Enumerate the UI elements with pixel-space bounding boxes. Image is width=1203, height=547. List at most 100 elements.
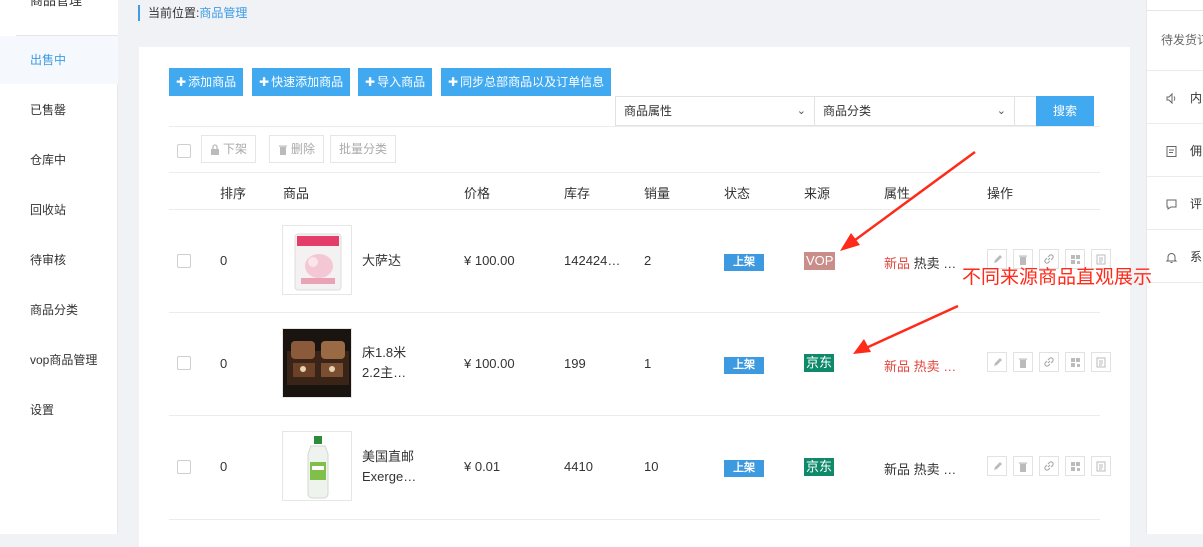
status-badge[interactable]: 上架 [724, 460, 764, 477]
sidebar-item-label: 商品分类 [30, 303, 79, 317]
receipt-icon [1166, 146, 1177, 157]
divider [1147, 176, 1203, 177]
source-badge-vop: VOP [804, 252, 836, 270]
sidebar-item-label: 回收站 [30, 203, 67, 217]
delete-row-button[interactable] [1013, 456, 1033, 476]
plus-icon: ✚ [259, 75, 270, 89]
sidebar-item-label: 出售中 [30, 53, 67, 67]
right-panel-item-label: 内 [1190, 91, 1203, 105]
right-panel-item-system[interactable]: 系 [1165, 248, 1202, 265]
search-input[interactable] [1015, 96, 1037, 126]
row-stock[interactable]: 4410 [564, 459, 593, 474]
link-button[interactable] [1039, 352, 1059, 372]
sidebar-header: 商品管理 [16, 0, 118, 36]
right-panel-item-label: 佣 [1190, 144, 1203, 158]
product-thumbnail[interactable] [282, 431, 352, 501]
qrcode-button[interactable] [1065, 352, 1085, 372]
sidebar-item-pending-review[interactable]: 待审核 [0, 236, 118, 284]
product-image [283, 226, 351, 294]
row-attribute[interactable]: 新品 热卖 … [884, 459, 956, 478]
product-name[interactable]: 大萨达 [362, 251, 432, 271]
search-button[interactable]: 搜索 [1036, 96, 1094, 126]
row-stock[interactable]: 142424… [564, 253, 620, 268]
row-stock[interactable]: 199 [564, 356, 586, 371]
pencil-icon [993, 357, 1002, 366]
sidebar-item-sold-out[interactable]: 已售罄 [0, 86, 118, 134]
detail-button[interactable] [1091, 456, 1111, 476]
row-checkbox[interactable] [177, 460, 191, 474]
row-sort[interactable]: 0 [220, 356, 227, 371]
attribute-select[interactable]: 商品属性 ⌄ [615, 96, 815, 126]
product-name-line1: 美国直邮 [362, 449, 415, 464]
attribute-select-value: 商品属性 [624, 104, 673, 118]
product-thumbnail[interactable] [282, 225, 352, 295]
product-name-line1: 床1.8米 [362, 345, 407, 360]
row-attribute[interactable]: 新品 热卖 … [884, 356, 956, 375]
divider [169, 312, 1100, 313]
divider [1147, 70, 1203, 71]
product-thumbnail[interactable] [282, 328, 352, 398]
product-image [283, 329, 351, 397]
status-badge[interactable]: 上架 [724, 254, 764, 271]
edit-button[interactable] [987, 352, 1007, 372]
qrcode-icon [1070, 461, 1080, 471]
row-sales: 1 [644, 356, 652, 371]
right-panel-item-content[interactable]: 内 [1165, 89, 1202, 106]
product-name[interactable]: 床1.8米 2.2主… [362, 343, 432, 383]
link-button[interactable] [1039, 456, 1059, 476]
right-panel-item-label: 系 [1190, 250, 1203, 264]
attr-new-label: 新品 [884, 462, 911, 477]
qrcode-button[interactable] [1065, 456, 1085, 476]
column-header-sales[interactable]: 销量 [644, 183, 670, 202]
source-badge-jd: 京东 [804, 354, 835, 372]
column-header-price[interactable]: 价格 [464, 183, 490, 202]
add-product-button[interactable]: ✚ 添加商品 [169, 68, 244, 96]
column-header-actions: 操作 [987, 186, 1014, 201]
select-all-checkbox[interactable] [177, 144, 191, 158]
attr-hot-label: 热卖 … [913, 256, 957, 271]
column-header-sort[interactable]: 排序 [220, 183, 246, 202]
sidebar-item-label: vop商品管理 [30, 353, 98, 367]
sidebar-item-vop[interactable]: vop商品管理 [0, 336, 118, 384]
edit-button[interactable] [987, 456, 1007, 476]
row-sales: 10 [644, 459, 659, 474]
row-checkbox[interactable] [177, 356, 191, 370]
link-icon [1044, 357, 1054, 367]
delete-button[interactable]: 删除 [269, 135, 325, 163]
row-attribute[interactable]: 新品 热卖 … [884, 253, 956, 272]
breadcrumb-current-link[interactable]: 商品管理 [199, 6, 247, 20]
trash-icon [1019, 462, 1027, 472]
divider [1147, 229, 1203, 230]
sidebar-item-settings[interactable]: 设置 [0, 386, 118, 434]
column-header-stock[interactable]: 库存 [564, 183, 590, 202]
pending-shipment-title[interactable]: 待发货订 [1161, 31, 1203, 48]
sidebar-item-on-sale[interactable]: 出售中 [0, 36, 118, 84]
column-header-source: 来源 [804, 186, 831, 201]
right-panel-top [1147, 0, 1203, 11]
row-checkbox[interactable] [177, 254, 191, 268]
status-badge[interactable]: 上架 [724, 357, 764, 374]
pencil-icon [993, 254, 1002, 263]
row-price: ¥ 100.00 [464, 253, 515, 268]
sidebar-title: 商品管理 [30, 0, 83, 8]
batch-category-button[interactable]: 批量分类 [330, 135, 397, 163]
sidebar-item-warehouse[interactable]: 仓库中 [0, 136, 118, 184]
right-panel-item-review[interactable]: 评 [1165, 195, 1202, 212]
row-price: ¥ 100.00 [464, 356, 515, 371]
import-product-button[interactable]: ✚ 导入商品 [358, 68, 433, 96]
quick-add-product-button[interactable]: ✚ 快速添加商品 [252, 68, 351, 96]
row-sort[interactable]: 0 [220, 459, 227, 474]
divider [169, 172, 1100, 173]
category-select[interactable]: 商品分类 ⌄ [815, 96, 1015, 126]
sidebar-item-label: 设置 [30, 403, 55, 417]
sync-hq-button[interactable]: ✚ 同步总部商品以及订单信息 [441, 68, 612, 96]
product-name[interactable]: 美国直邮 Exerge… [362, 447, 432, 487]
sidebar-item-category[interactable]: 商品分类 [0, 286, 118, 334]
right-panel-item-commission[interactable]: 佣 [1165, 142, 1202, 159]
chevron-down-icon: ⌄ [796, 105, 806, 117]
detail-button[interactable] [1091, 352, 1111, 372]
off-shelf-button[interactable]: 下架 [201, 135, 257, 163]
sidebar-item-recycle-bin[interactable]: 回收站 [0, 186, 118, 234]
delete-row-button[interactable] [1013, 352, 1033, 372]
row-sort[interactable]: 0 [220, 253, 227, 268]
